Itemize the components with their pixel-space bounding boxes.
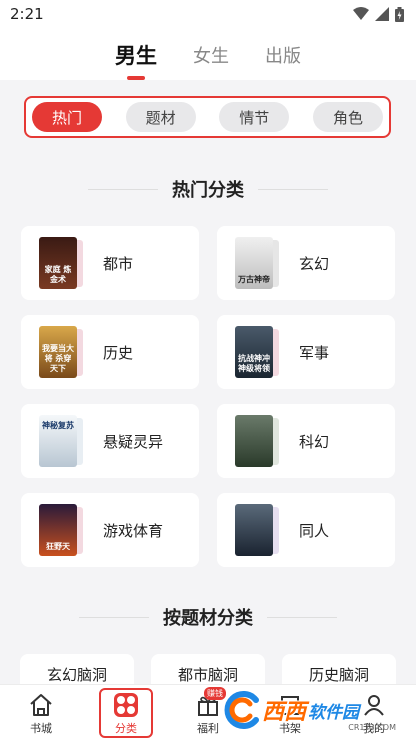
category-label: 同人 (299, 521, 330, 540)
home-icon (30, 694, 52, 716)
tab-female[interactable]: 女生 (193, 42, 229, 68)
filter-theme[interactable]: 题材 (125, 102, 196, 132)
category-card-lishi[interactable]: 我要当大将 杀穿天下 历史 (21, 315, 199, 389)
cover-image: 神秘复苏 (39, 415, 77, 467)
nav-bookstore-label: 书城 (30, 722, 52, 735)
category-label: 游戏体育 (103, 521, 164, 540)
category-label: 军事 (299, 343, 330, 362)
filter-plot[interactable]: 情节 (219, 102, 290, 132)
wifi-icon (353, 7, 369, 20)
book-cover (235, 504, 285, 556)
theme-section-title: 按题材分类 (163, 608, 253, 629)
tab-male-label: 男生 (115, 44, 157, 68)
watermark-url: CR173.COM (348, 723, 396, 732)
filter-bar: 热门 题材 情节 角色 (24, 96, 391, 138)
signal-icon (375, 7, 389, 21)
cover-image (235, 415, 273, 467)
category-label: 玄幻 (299, 254, 330, 273)
battery-icon (395, 6, 404, 22)
cover-image: 万古神帝 (235, 237, 273, 289)
filter-role[interactable]: 角色 (312, 102, 383, 132)
hot-section-title: 热门分类 (172, 180, 244, 201)
theme-section-heading: 按题材分类 (0, 604, 416, 630)
divider (88, 188, 158, 190)
nav-welfare-label: 福利 (197, 722, 219, 735)
watermark-logo-icon (224, 691, 259, 729)
cover-image: 家庭 炼金术 (39, 237, 77, 289)
watermark-main: 西西 (262, 700, 307, 725)
category-label: 历史 (103, 343, 134, 362)
divider (79, 616, 149, 618)
filter-hot[interactable]: 热门 (32, 102, 102, 132)
category-card-dushi[interactable]: 家庭 炼金术 都市 (21, 226, 199, 300)
nav-bookstore[interactable]: 书城 (11, 685, 71, 740)
category-card-xuanyi[interactable]: 神秘复苏 悬疑灵异 (21, 404, 199, 478)
category-card-junshi[interactable]: 抗战神冲 神级将领 军事 (217, 315, 395, 389)
cover-image: 抗战神冲 神级将领 (235, 326, 273, 378)
watermark: 西西 软件园 CR173.COM (222, 688, 402, 732)
status-bar: 2:21 (0, 0, 416, 28)
tab-male[interactable]: 男生 (115, 40, 157, 80)
book-cover: 万古神帝 (235, 237, 285, 289)
status-icons (353, 6, 404, 22)
tab-publish-label: 出版 (265, 46, 301, 67)
cover-image: 我要当大将 杀穿天下 (39, 326, 77, 378)
category-label: 悬疑灵异 (103, 432, 164, 451)
nav-active-highlight (99, 688, 153, 738)
watermark-sub: 软件园 (308, 702, 360, 723)
cover-image: 狂野天 (39, 504, 77, 556)
gender-tabs: 男生 女生 出版 (0, 28, 416, 80)
category-card-kehuan[interactable]: 科幻 (217, 404, 395, 478)
category-card-xuanhuan[interactable]: 万古神帝 玄幻 (217, 226, 395, 300)
status-time: 2:21 (10, 5, 44, 23)
tab-publish[interactable]: 出版 (265, 42, 301, 68)
category-label: 科幻 (299, 432, 330, 451)
divider (267, 616, 337, 618)
book-cover: 狂野天 (39, 504, 89, 556)
cover-image (235, 504, 273, 556)
category-card-tongren[interactable]: 同人 (217, 493, 395, 567)
book-cover: 抗战神冲 神级将领 (235, 326, 285, 378)
divider (258, 188, 328, 190)
category-label: 都市 (103, 254, 134, 273)
tab-female-label: 女生 (193, 46, 229, 67)
category-card-youxi[interactable]: 狂野天 游戏体育 (21, 493, 199, 567)
book-cover (235, 415, 285, 467)
book-cover: 我要当大将 杀穿天下 (39, 326, 89, 378)
hot-section-heading: 热门分类 (0, 176, 416, 202)
book-cover: 家庭 炼金术 (39, 237, 89, 289)
tab-active-indicator (127, 76, 145, 80)
book-cover: 神秘复苏 (39, 415, 89, 467)
